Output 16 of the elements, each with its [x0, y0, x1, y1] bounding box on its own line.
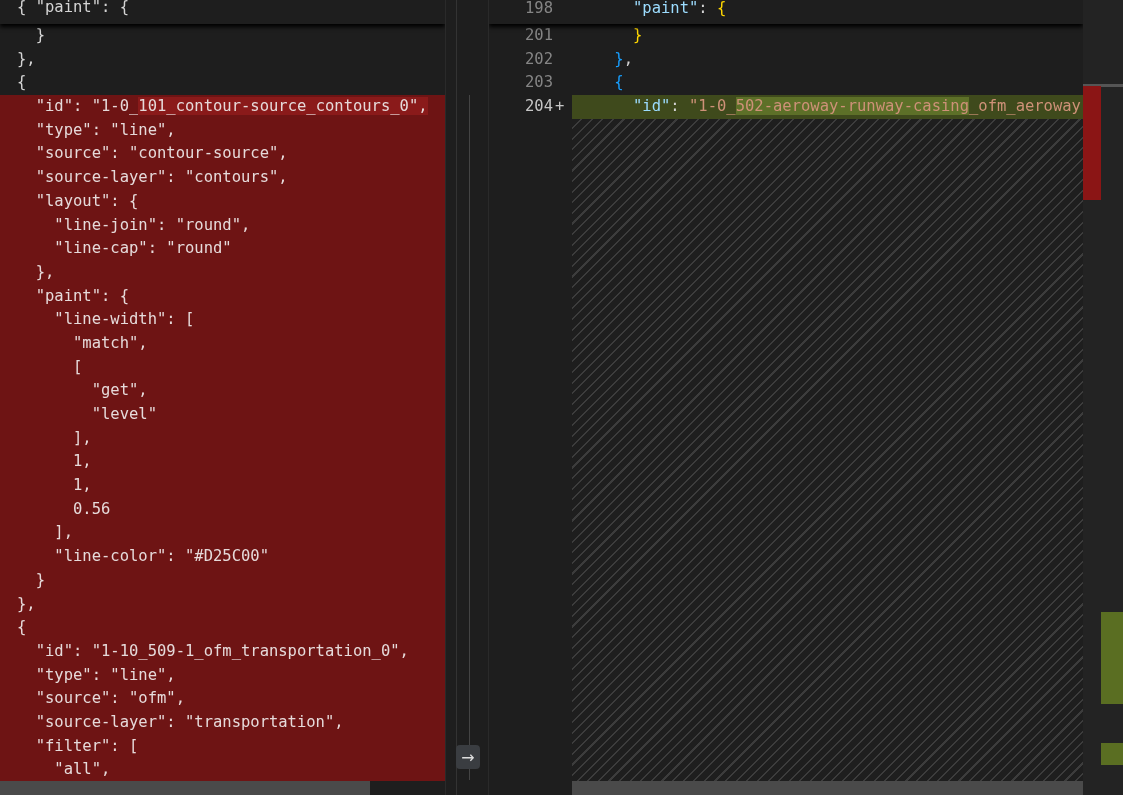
added-marker: + — [555, 97, 565, 116]
inline-diff-button[interactable]: → — [456, 745, 480, 769]
line-number: 203 — [524, 72, 553, 94]
code-line: { — [613, 72, 625, 94]
line-number: 198 — [524, 0, 553, 19]
line-number: 202 — [524, 48, 553, 70]
horizontal-scrollbar[interactable] — [572, 781, 1083, 795]
code-line: } — [34, 25, 46, 46]
sticky-code-line: "paint": { — [632, 0, 728, 19]
code-line: }, — [16, 48, 37, 70]
code-line: { — [16, 72, 28, 94]
code-line: }, — [613, 48, 634, 70]
line-number: 204 — [524, 96, 553, 118]
code-line: } — [632, 25, 644, 46]
horizontal-scrollbar[interactable] — [0, 781, 370, 795]
line-number: 201 — [524, 25, 553, 46]
